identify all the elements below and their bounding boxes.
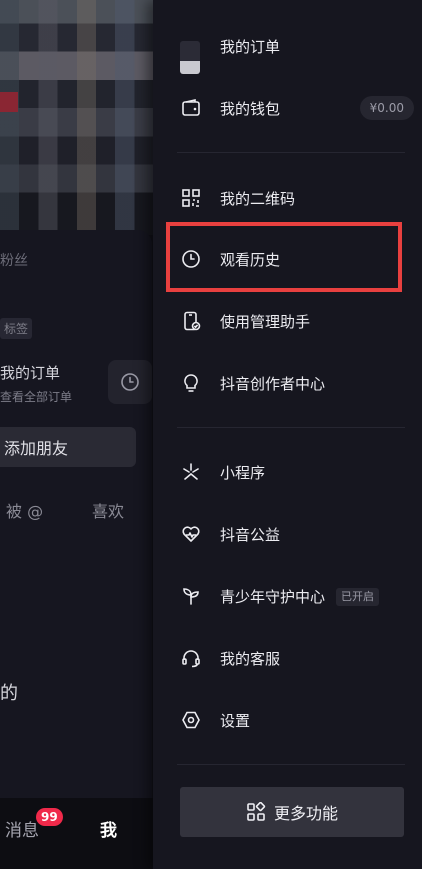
add-friend-button: 添加朋友 [0, 427, 136, 467]
divider [177, 152, 405, 153]
profile-cover-image [0, 0, 160, 235]
nav-me: 我 [100, 821, 117, 841]
nav-message: 消息 [5, 821, 39, 841]
menu-item-mini-program[interactable]: 小程序 [153, 447, 422, 497]
menu-item-label: 我的订单 [220, 37, 281, 56]
headset-icon [181, 648, 201, 668]
menu-item-label: 我的二维码 [220, 189, 296, 208]
clock-icon [121, 373, 139, 391]
tag-label: 标签 [0, 318, 33, 339]
sprout-icon [181, 586, 201, 606]
menu-item-settings[interactable]: 设置 [153, 695, 422, 745]
menu-item-label: 使用管理助手 [220, 312, 311, 331]
menu-item-orders[interactable]: 我的订单 [153, 21, 422, 74]
menu-item-label: 设置 [220, 711, 251, 730]
menu-item-label: 小程序 [220, 463, 266, 482]
phone-check-icon [181, 311, 201, 331]
highlight-box [166, 222, 402, 292]
grid-apps-icon [247, 802, 266, 821]
order-thumbnail [180, 41, 200, 74]
divider [177, 764, 405, 765]
wallet-balance: ¥0.00 [359, 96, 414, 120]
history-shortcut-button [108, 360, 152, 404]
more-features-label: 更多功能 [273, 804, 338, 823]
qrcode-icon [181, 188, 201, 208]
menu-item-label: 抖音创作者中心 [220, 374, 326, 393]
mini-program-icon [181, 462, 201, 482]
menu-item-customer-service[interactable]: 我的客服 [153, 633, 422, 683]
tab-mention: 被 @ [6, 502, 44, 521]
tab-like: 喜欢 [92, 502, 125, 521]
add-friend-label: 添加朋友 [4, 439, 69, 458]
menu-item-usage-assistant[interactable]: 使用管理助手 [153, 296, 422, 346]
fans-label: 粉丝 [0, 253, 28, 269]
menu-item-label: 青少年守护中心 [220, 587, 326, 606]
side-drawer-menu: 我的订单 我的钱包 ¥0.00 我的二维码 观看历史 使用管理助手 抖音创作者中… [153, 0, 422, 869]
wallet-icon [181, 98, 201, 118]
menu-item-charity[interactable]: 抖音公益 [153, 509, 422, 559]
menu-item-label: 抖音公益 [220, 525, 281, 544]
more-features-button[interactable]: 更多功能 [180, 787, 404, 837]
settings-hexagon-icon [181, 710, 201, 730]
menu-item-qrcode[interactable]: 我的二维码 [153, 173, 422, 223]
divider [177, 427, 405, 428]
status-badge: 已开启 [336, 588, 379, 606]
orders-title: 我的订单 [0, 364, 61, 382]
lightbulb-icon [181, 373, 201, 393]
menu-item-youth-protection[interactable]: 青少年守护中心 [153, 571, 422, 621]
menu-item-creator-center[interactable]: 抖音创作者中心 [153, 358, 422, 408]
partial-text: 的 [0, 683, 18, 704]
orders-subtitle: 查看全部订单 [0, 390, 73, 404]
menu-item-label: 我的客服 [220, 649, 281, 668]
heart-charity-icon [181, 524, 201, 544]
profile-page-background: 粉丝 标签 我的订单 查看全部订单 添加朋友 被 @ 喜欢 的 消息 99 我 [0, 0, 160, 869]
message-count-badge: 99 [36, 808, 63, 826]
menu-item-label: 我的钱包 [220, 99, 281, 118]
